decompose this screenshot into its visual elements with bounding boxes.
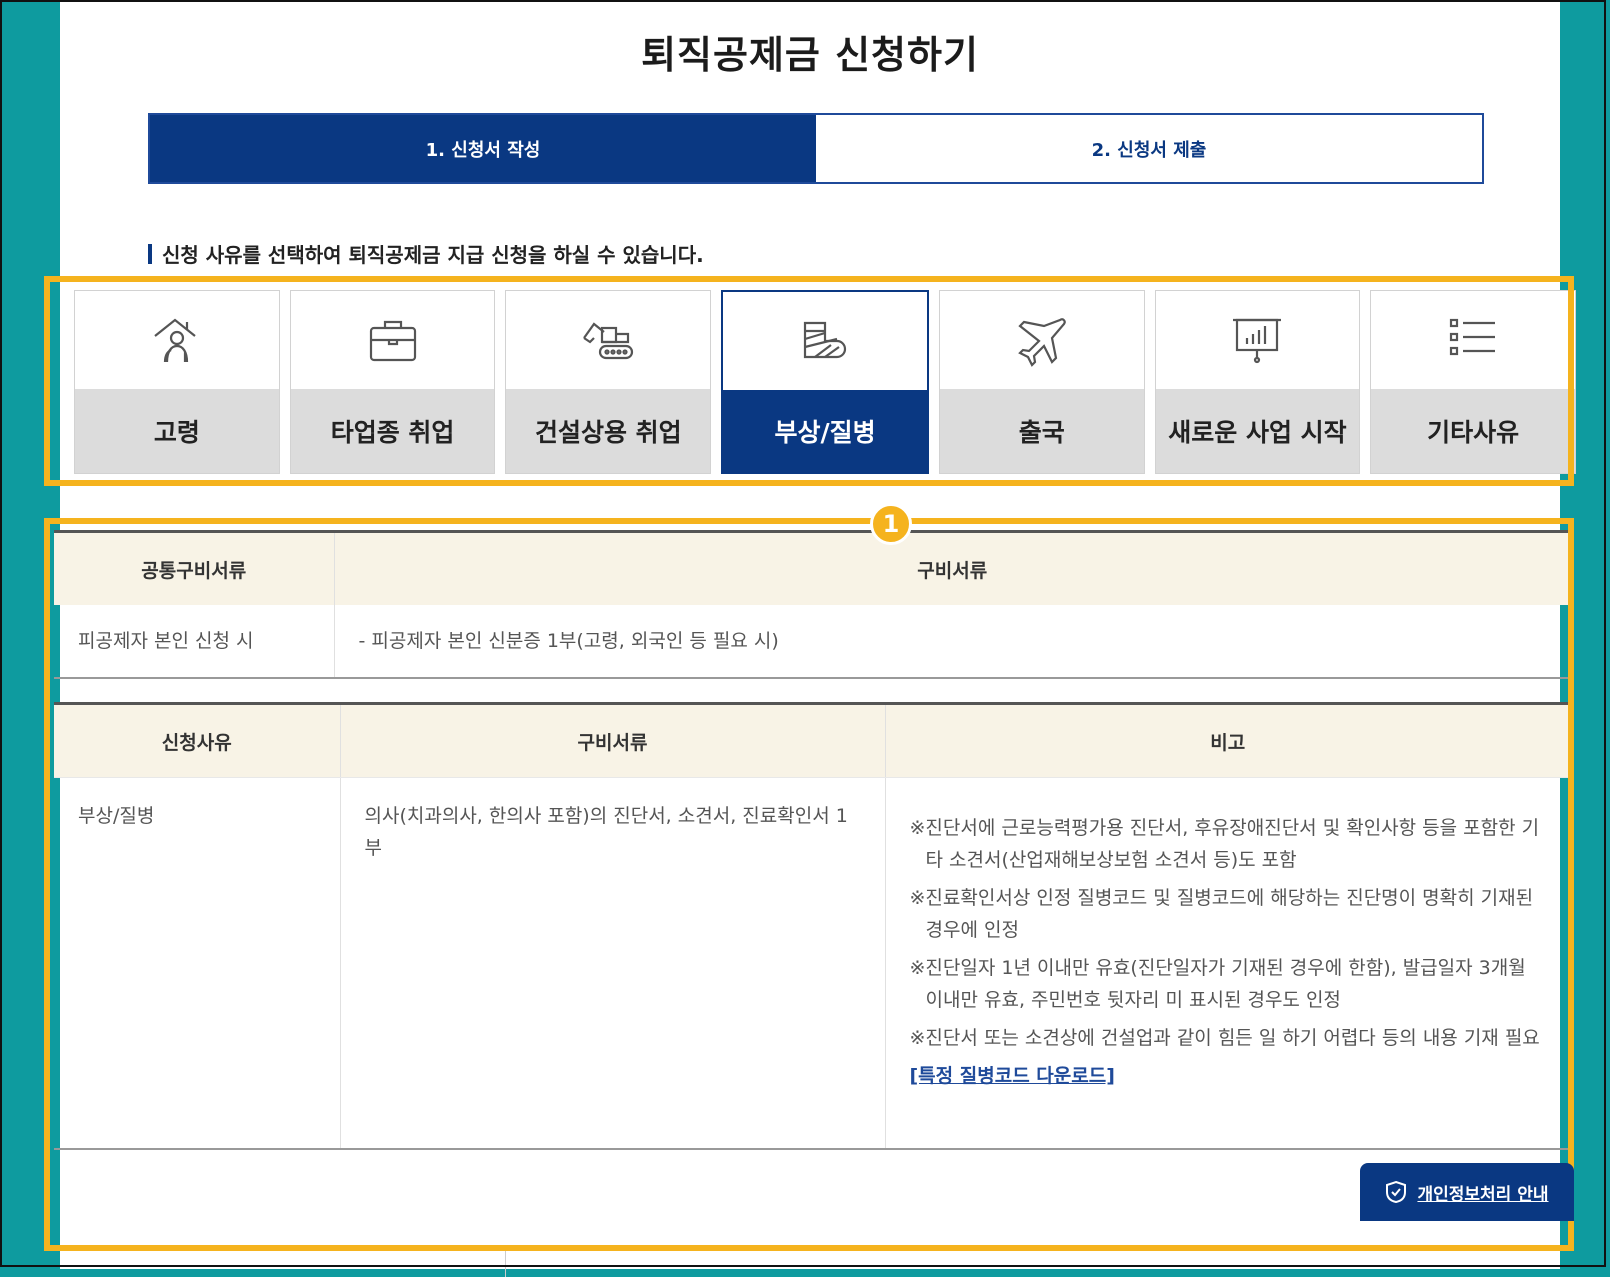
column-header: 비고 <box>884 703 1570 778</box>
presentation-board-icon <box>1233 318 1282 364</box>
reason-injury[interactable]: 부상/질병 <box>721 290 929 474</box>
reason-construction[interactable]: 건설상용 취업 <box>505 290 712 474</box>
column-header: 구비서류 <box>333 531 1570 605</box>
note-item: ※진단서 또는 소견상에 건설업과 같이 힘든 일 하기 어렵다 등의 내용 기… <box>909 1027 1540 1049</box>
page: 퇴직공제금 신청하기 1. 신청서 작성 2. 신청서 제출 신청 사유를 선택… <box>54 2 1577 1277</box>
step-badge: 1 <box>870 503 912 545</box>
guide-label: 신청 사유를 선택하여 퇴직공제금 지급 신청을 하실 수 있습니다. <box>162 243 704 267</box>
excavator-icon <box>583 322 634 360</box>
reason-selector: 고령 타업종 취업 건설상용 취업 부상/질병 출국 새로운 사업 시작 기타사… <box>74 290 1577 474</box>
step-indicator: 1. 신청서 작성 2. 신청서 제출 <box>148 113 1484 184</box>
note-item: ※진료확인서상 인정 질병코드 및 질병코드에 해당하는 진단명이 명확히 기재… <box>909 887 1534 941</box>
reason-label: 건설상용 취업 <box>506 389 711 473</box>
privacy-notice-button[interactable]: 개인정보처리 안내 <box>1360 1163 1574 1221</box>
reason-new-business[interactable]: 새로운 사업 시작 <box>1154 290 1361 474</box>
column-header: 구비서류 <box>339 703 885 778</box>
common-docs-table: 공통구비서류 구비서류 피공제자 본인 신청 시 - 피공제자 본인 신분증 1… <box>54 530 1570 679</box>
step-2-submit[interactable]: 2. 신청서 제출 <box>816 115 1482 182</box>
list-icon <box>1450 318 1496 356</box>
briefcase-icon <box>369 320 416 362</box>
disease-code-download-link[interactable]: [특정 질병코드 다운로드] <box>910 1065 1115 1087</box>
reason-elderly[interactable]: 고령 <box>74 290 280 474</box>
page-title: 퇴직공제금 신청하기 <box>641 33 979 77</box>
table-row: 피공제자 본인 신청 시 - 피공제자 본인 신분증 1부(고령, 외국인 등 … <box>54 605 1570 678</box>
reason-docs-table: 신청사유 구비서류 비고 부상/질병 의사(치과의사, 한의사 포함)의 진단서… <box>54 702 1570 1150</box>
column-header: 공통구비서류 <box>54 531 334 605</box>
privacy-notice-label: 개인정보처리 안내 <box>1417 1184 1549 1205</box>
note-item: ※진단서에 근로능력평가용 진단서, 후유장애진단서 및 확인사항 등을 포함한… <box>909 817 1540 871</box>
table-cell: 피공제자 본인 신청 시 <box>78 630 254 652</box>
reason-label: 고령 <box>75 389 279 473</box>
table-row: 부상/질병 의사(치과의사, 한의사 포함)의 진단서, 소견서, 진료확인서 … <box>54 777 1570 1149</box>
airplane-icon <box>1017 318 1066 367</box>
guide-bar <box>148 243 152 264</box>
reason-label: 새로운 사업 시작 <box>1155 389 1360 473</box>
reason-label: 타업종 취업 <box>290 389 495 473</box>
reason-emigration[interactable]: 출국 <box>938 290 1145 474</box>
step-1-write[interactable]: 1. 신청서 작성 <box>150 115 816 182</box>
reason-label: 기타사유 <box>1371 389 1576 473</box>
reason-other[interactable]: 기타사유 <box>1370 290 1577 474</box>
table-cell: - 피공제자 본인 신분증 1부(고령, 외국인 등 필요 시) <box>333 605 1570 678</box>
reason-label: 부상/질병 <box>723 390 927 472</box>
reason-label: 출국 <box>939 389 1144 473</box>
elderly-person-icon <box>154 318 196 363</box>
table-cell: 의사(치과의사, 한의사 포함)의 진단서, 소견서, 진료확인서 1부 <box>339 777 885 1149</box>
column-header: 신청사유 <box>54 703 340 778</box>
shield-icon <box>1386 1180 1407 1204</box>
table-cell: 부상/질병 <box>78 805 155 827</box>
cast-arm-icon <box>803 321 847 359</box>
guide-text: 신청 사유를 선택하여 퇴직공제금 지급 신청을 하실 수 있습니다. <box>148 239 704 268</box>
notes-cell: ※진단서에 근로능력평가용 진단서, 후유장애진단서 및 확인사항 등을 포함한… <box>884 777 1570 1149</box>
reason-other-industry[interactable]: 타업종 취업 <box>289 290 496 474</box>
bottom-table-edge <box>150 1246 1530 1277</box>
note-item: ※진단일자 1년 이내만 유효(진단일자가 기재된 경우에 한함), 발급일자 … <box>909 957 1526 1011</box>
